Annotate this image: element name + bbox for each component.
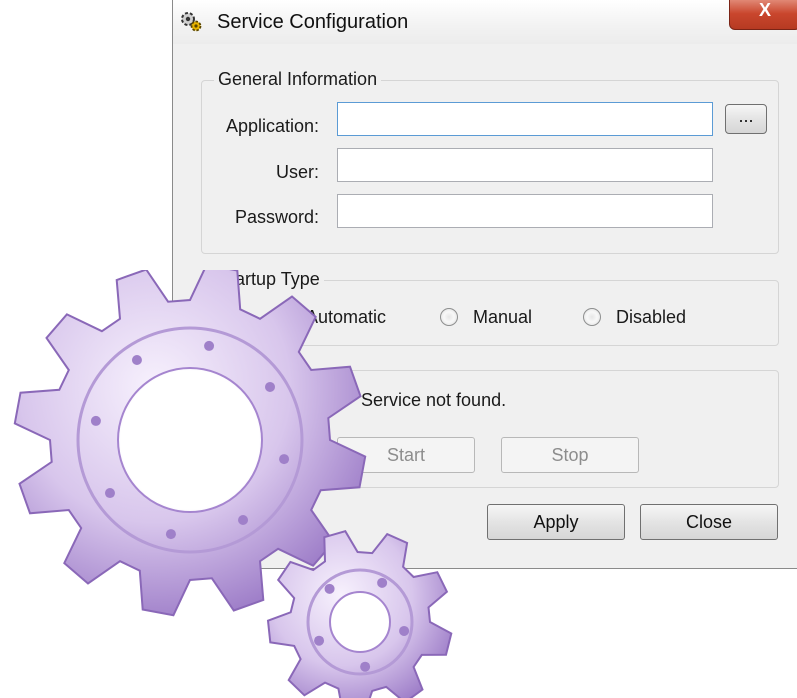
general-information-legend: General Information [214,69,382,90]
stop-button[interactable]: Stop [501,437,639,473]
browse-button-label: ... [738,106,754,126]
stop-button-label: Stop [551,445,589,465]
browse-button[interactable]: ... [725,104,767,134]
close-button[interactable]: Close [640,504,778,540]
password-label: Password: [234,207,319,227]
apply-button[interactable]: Apply [487,504,625,540]
radio-disabled-label[interactable]: Disabled [616,307,686,328]
user-input[interactable] [337,148,713,182]
password-input[interactable] [337,194,713,228]
radio-manual-label[interactable]: Manual [473,307,532,328]
title-bar[interactable]: Service Configuration X [173,0,797,44]
application-input[interactable] [337,102,713,136]
close-button-label: Close [685,512,733,532]
gears-icon [181,12,202,32]
window-title: Service Configuration [217,11,409,33]
apply-button-label: Apply [533,512,579,532]
window-close-button[interactable]: X [729,0,797,30]
application-label: Application: [225,116,319,136]
user-label: User: [275,162,319,182]
settings-gears-icon [13,270,453,698]
close-icon: X [758,0,771,20]
radio-disabled[interactable] [583,308,601,326]
